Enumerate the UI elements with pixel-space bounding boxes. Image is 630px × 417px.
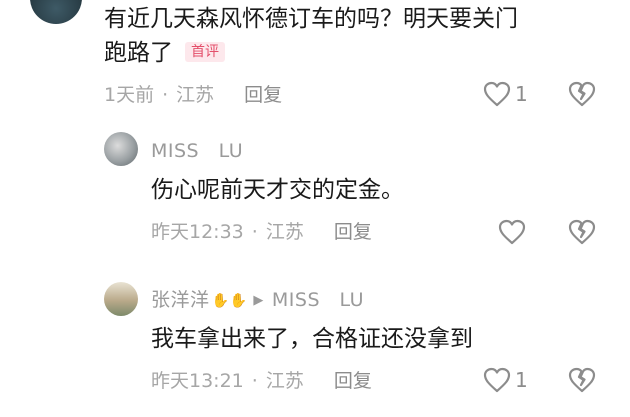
username[interactable]: MISS LU (151, 139, 243, 163)
heart-icon (483, 81, 511, 107)
reply-target-username[interactable]: MISS LU (272, 289, 364, 311)
reply-button[interactable]: 回复 (334, 219, 372, 245)
reply-button[interactable]: 回复 (334, 368, 372, 394)
comment-time: 昨天12:33 (151, 221, 244, 243)
avatar[interactable] (30, 0, 82, 24)
avatar[interactable] (104, 132, 138, 166)
like-button[interactable]: 1 (483, 81, 528, 107)
comment-meta: 昨天13:21 · 江苏 回复 (151, 368, 372, 394)
comment-time: 1天前 (104, 84, 155, 106)
avatar[interactable] (104, 282, 138, 316)
comment-text-line1: 有近几天森风怀德订车的吗？明天要关门 (104, 6, 518, 32)
comment-reply: MISS LU 伤心呢前天才交的定金。 昨天12:33 · 江苏 回复 (0, 125, 630, 265)
like-button[interactable] (498, 219, 526, 245)
meta-separator: · (162, 84, 169, 106)
heart-icon (483, 367, 511, 393)
reply-button[interactable]: 回复 (244, 82, 282, 108)
comment-text: 伤心呢前天才交的定金。 (151, 177, 404, 203)
first-comment-badge: 首评 (185, 42, 225, 62)
comment-text-line2: 跑路了 首评 (104, 36, 225, 70)
comment-reply: 张洋洋 ✋✋ ▶ MISS LU 我车拿出来了，合格证还没拿到 昨天13:21 · 江苏 回… (0, 270, 630, 417)
clap-hands-icon: ✋✋ (211, 293, 248, 309)
like-button[interactable]: 1 (483, 367, 528, 393)
broken-heart-icon (568, 219, 596, 245)
reply-header: 张洋洋 ✋✋ ▶ MISS LU (151, 288, 364, 313)
dislike-button[interactable] (568, 367, 596, 393)
comment-text-line2-content: 跑路了 (104, 40, 173, 66)
comment-meta: 1天前 · 江苏 回复 (104, 82, 282, 108)
meta-separator: · (251, 221, 258, 243)
comment-time: 昨天13:21 (151, 370, 244, 392)
comment-location: 江苏 (265, 370, 304, 392)
comment-top-level: 有近几天森风怀德订车的吗？明天要关门 跑路了 首评 1天前 · 江苏 回复 1 (0, 0, 630, 120)
meta-separator: · (251, 370, 258, 392)
reply-arrow-icon: ▶ (253, 293, 264, 308)
broken-heart-icon (568, 367, 596, 393)
like-count: 1 (515, 368, 528, 392)
heart-icon (498, 219, 526, 245)
dislike-button[interactable] (568, 81, 596, 107)
comment-location: 江苏 (176, 84, 215, 106)
comment-meta: 昨天12:33 · 江苏 回复 (151, 219, 372, 245)
comment-text: 我车拿出来了，合格证还没拿到 (151, 326, 473, 352)
comment-location: 江苏 (265, 221, 304, 243)
username[interactable]: 张洋洋 (151, 289, 210, 311)
like-count: 1 (515, 82, 528, 106)
broken-heart-icon (568, 81, 596, 107)
dislike-button[interactable] (568, 219, 596, 245)
